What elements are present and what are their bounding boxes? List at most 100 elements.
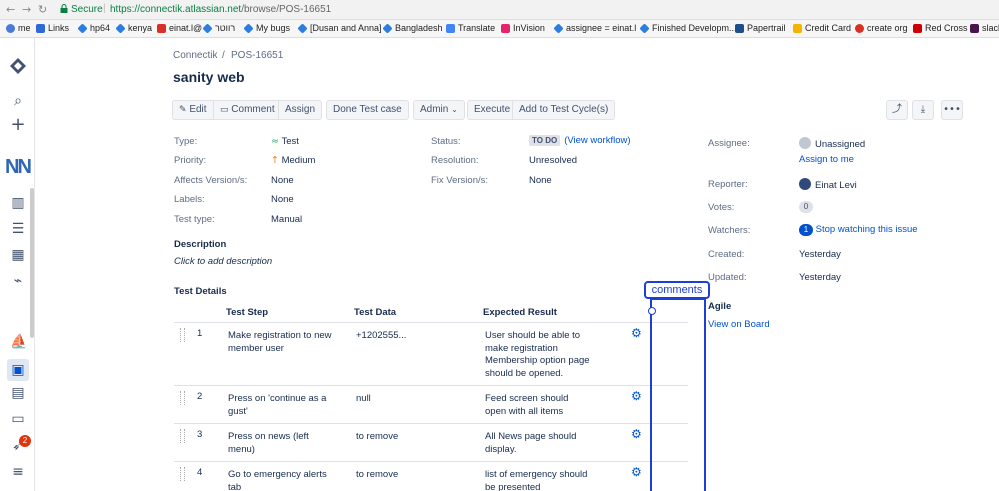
expected-result-cell[interactable]: User should be able to make registration M… [485, 330, 590, 380]
back-icon[interactable]: ← [6, 3, 15, 16]
more-options-icon[interactable]: ••• [941, 100, 963, 120]
view-workflow-link[interactable]: (View workflow) [564, 135, 630, 146]
project-logo[interactable]: NN [5, 156, 32, 178]
votes-value[interactable]: 0 [799, 201, 813, 213]
labels-value[interactable]: None [271, 194, 294, 205]
export-icon[interactable]: ⤓ [912, 100, 934, 120]
bookmark-item[interactable]: [Dusan and Anna] [297, 22, 382, 34]
diamond-icon [297, 22, 308, 34]
test-data-cell[interactable]: to remove [356, 469, 398, 482]
search-icon[interactable]: ⌕ [10, 93, 26, 109]
bookmark-item[interactable]: רווטר [202, 22, 235, 34]
calendar-icon[interactable]: ▭ [10, 411, 26, 427]
url-field[interactable]: https://connectik.atlassian.net/browse/P… [110, 4, 331, 15]
gear-icon[interactable]: ⚙ [631, 326, 642, 340]
affects-version-label: Affects Version/s: [174, 175, 248, 186]
column-header-expected-result: Expected Result [483, 307, 557, 318]
issues-icon[interactable]: ▣ [10, 362, 26, 378]
bookmark-item[interactable]: Links [36, 23, 69, 33]
sidebar-scrollbar[interactable] [30, 188, 34, 338]
done-test-case-button[interactable]: Done Test case [326, 100, 409, 120]
drag-handle-icon[interactable] [180, 429, 185, 443]
bookmark-item[interactable]: assignee = einat.l [553, 22, 636, 34]
breadcrumb-issue-key[interactable]: POS-16651 [231, 50, 283, 61]
execute-button[interactable]: Execute [467, 100, 517, 120]
tools-icon [36, 23, 45, 33]
comment-button[interactable]: ▭ Comment [213, 100, 281, 120]
admin-dropdown[interactable]: Admin ⌄ [413, 100, 465, 120]
gear-icon[interactable]: ⚙ [631, 389, 642, 403]
bookmark-item[interactable]: InVision [501, 23, 545, 33]
reload-icon[interactable]: ↻ [38, 3, 47, 16]
test-type-value[interactable]: Manual [271, 214, 302, 225]
red-cross-icon [913, 23, 922, 33]
expected-result-cell[interactable]: list of emergency should be presented [485, 469, 587, 491]
reporter-label: Reporter: [708, 179, 748, 190]
test-step-cell[interactable]: Make registration to new member user [228, 330, 332, 355]
assign-to-me-link[interactable]: Assign to me [799, 154, 854, 165]
jira-logo-icon[interactable] [9, 57, 27, 75]
gear-icon[interactable]: ⚙ [631, 427, 642, 441]
table-divider [174, 322, 688, 323]
assign-button[interactable]: Assign [278, 100, 323, 120]
assignee-value[interactable]: Unassigned [799, 137, 865, 150]
step-number: 3 [197, 429, 203, 440]
bookmark-item[interactable]: hp64 [77, 22, 110, 34]
expected-result-cell[interactable]: All News page should display. [485, 431, 576, 456]
test-step-cell[interactable]: Go to emergency alerts tab [228, 469, 327, 491]
menu-icon[interactable]: ≡ [10, 464, 26, 480]
status-lozenge: TO DO [529, 135, 561, 146]
bookmark-item[interactable]: Papertrail [735, 23, 786, 33]
test-type-label: Test type: [174, 214, 215, 225]
fix-version-label: Fix Version/s: [431, 175, 489, 186]
affects-version-value[interactable]: None [271, 175, 294, 186]
drag-handle-icon[interactable] [180, 328, 185, 342]
assignee-label: Assignee: [708, 138, 750, 149]
bookmark-item[interactable]: create org [855, 23, 908, 33]
test-step-cell[interactable]: Press on news (left menu) [228, 431, 309, 456]
watchers-label: Watchers: [708, 225, 751, 236]
avatar [799, 178, 811, 190]
share-icon[interactable]: ⤴ [886, 100, 908, 120]
board-icon[interactable]: ▥ [10, 195, 26, 211]
bookmark-item[interactable]: Translate [446, 23, 495, 33]
fix-version-value[interactable]: None [529, 175, 552, 186]
bookmark-item[interactable]: einat.l@ [157, 23, 202, 33]
resolution-label: Resolution: [431, 155, 479, 166]
bookmark-item[interactable]: Finished Developm... [639, 22, 737, 34]
test-data-cell[interactable]: to remove [356, 431, 398, 444]
drag-handle-icon[interactable] [180, 391, 185, 405]
bookmark-item[interactable]: Credit Card [793, 23, 851, 33]
gear-icon[interactable]: ⚙ [631, 465, 642, 479]
expected-result-cell[interactable]: Feed screen should open with all items [485, 393, 568, 418]
test-data-cell[interactable]: null [356, 393, 371, 406]
bookmark-item[interactable]: Red Cross [913, 23, 968, 33]
bookmark-item[interactable]: kenya [115, 22, 152, 34]
bookmark-item[interactable]: My bugs [243, 22, 290, 34]
translate-icon [446, 23, 455, 33]
add-to-test-cycle-button[interactable]: Add to Test Cycle(s) [512, 100, 616, 120]
forward-icon[interactable]: → [22, 3, 31, 16]
drag-handle-icon[interactable] [180, 467, 185, 481]
watchers-value[interactable]: 1 Stop watching this issue [799, 224, 918, 236]
bookmark-item[interactable]: slack [970, 23, 999, 33]
type-label: Type: [174, 136, 198, 147]
bookmark-item[interactable]: Bangladesh [382, 22, 443, 34]
test-step-cell[interactable]: Press on 'continue as a gust' [228, 393, 326, 418]
columns-icon[interactable]: ▦ [10, 247, 26, 263]
diamond-icon [553, 22, 564, 34]
releases-icon[interactable]: ⛵ [10, 334, 27, 350]
create-icon[interactable]: + [10, 116, 26, 134]
bookmark-item[interactable]: me [6, 23, 31, 33]
edit-button[interactable]: ✎ Edit [172, 100, 213, 120]
pages-icon[interactable]: ▤ [10, 385, 26, 401]
description-field[interactable]: Click to add description [174, 256, 272, 267]
test-data-cell[interactable]: +1202555... [356, 330, 406, 343]
backlog-icon[interactable]: ☰ [10, 221, 26, 237]
reporter-value[interactable]: Einat Levi [799, 178, 857, 191]
breadcrumb-project[interactable]: Connectik [173, 50, 217, 61]
reports-icon[interactable]: ⌁ [10, 273, 26, 289]
view-on-board-link[interactable]: View on Board [708, 319, 770, 330]
slack-icon [970, 23, 979, 33]
comment-icon: ▭ [220, 105, 229, 115]
